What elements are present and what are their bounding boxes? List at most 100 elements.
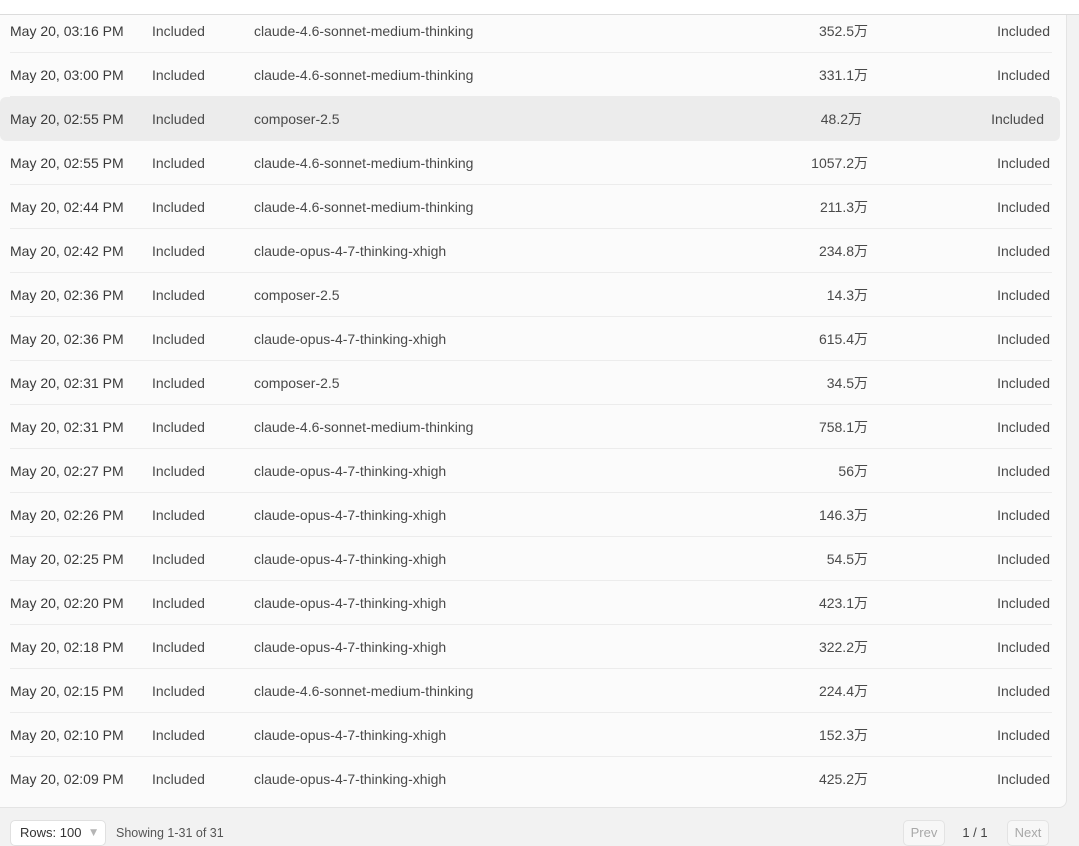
- row-date: May 20, 02:55 PM: [10, 111, 124, 127]
- row-model: claude-opus-4-7-thinking-xhigh: [254, 727, 447, 743]
- table-row[interactable]: May 20, 02:15 PM Included claude-4.6-sonne…: [0, 669, 1066, 713]
- row-model: claude-4.6-sonnet-medium-thinking: [254, 683, 474, 699]
- row-date: May 20, 02:36 PM: [10, 331, 124, 347]
- row-model: claude-4.6-sonnet-medium-thinking: [254, 67, 474, 83]
- row-model: claude-opus-4-7-thinking-xhigh: [254, 595, 447, 611]
- table-row[interactable]: May 20, 03:00 PM Included claude-4.6-sonne…: [0, 53, 1066, 97]
- usage-events-table: May 20, 03:16 PM Included claude-4.6-sonne…: [0, 15, 1067, 808]
- row-model: claude-opus-4-7-thinking-xhigh: [254, 551, 447, 567]
- row-date: May 20, 03:00 PM: [10, 67, 124, 83]
- row-cost: Included: [997, 155, 1050, 171]
- row-kind: Included: [152, 639, 205, 655]
- row-tokens: 152.3万: [818, 727, 868, 743]
- row-date: May 20, 02:09 PM: [10, 771, 124, 787]
- table-row[interactable]: May 20, 02:31 PM Included claude-4.6-sonne…: [0, 405, 1066, 449]
- table-row[interactable]: May 20, 02:44 PM Included claude-4.6-sonne…: [0, 185, 1066, 229]
- row-tokens: 234.8万: [818, 243, 868, 259]
- page-indicator: 1 / 1: [962, 825, 988, 840]
- row-date: May 20, 02:26 PM: [10, 507, 124, 523]
- row-tokens: 758.1万: [818, 419, 868, 435]
- row-date: May 20, 03:16 PM: [10, 23, 124, 39]
- showing-count: Showing 1-31 of 31: [116, 826, 224, 840]
- row-cost: Included: [997, 67, 1050, 83]
- row-tokens: 211.3万: [820, 199, 868, 215]
- row-tokens: 1057.2万: [811, 155, 868, 171]
- row-model: claude-4.6-sonnet-medium-thinking: [254, 199, 474, 215]
- row-date: May 20, 02:25 PM: [10, 551, 124, 567]
- row-cost: Included: [997, 507, 1050, 523]
- table-row[interactable]: May 20, 02:42 PM Included claude-opus-4-7-…: [0, 229, 1066, 273]
- row-cost: Included: [997, 23, 1050, 39]
- row-cost: Included: [991, 111, 1044, 127]
- row-kind: Included: [152, 375, 205, 391]
- row-kind: Included: [152, 67, 205, 83]
- row-tokens: 331.1万: [818, 67, 868, 83]
- row-kind: Included: [152, 243, 205, 259]
- row-tokens: 322.2万: [818, 639, 868, 655]
- row-model: claude-opus-4-7-thinking-xhigh: [254, 507, 447, 523]
- table-row[interactable]: May 20, 02:20 PM Included claude-opus-4-7-…: [0, 581, 1066, 625]
- row-tokens: 224.4万: [818, 683, 868, 699]
- row-kind: Included: [152, 287, 205, 303]
- row-cost: Included: [997, 727, 1050, 743]
- table-row[interactable]: May 20, 02:25 PM Included claude-opus-4-7-…: [0, 537, 1066, 581]
- row-kind: Included: [152, 595, 205, 611]
- row-model: claude-opus-4-7-thinking-xhigh: [254, 243, 447, 259]
- table-row[interactable]: May 20, 02:09 PM Included claude-opus-4-7-…: [0, 757, 1066, 801]
- row-date: May 20, 02:31 PM: [10, 419, 124, 435]
- row-model: composer-2.5: [254, 111, 340, 127]
- row-date: May 20, 02:42 PM: [10, 243, 124, 259]
- row-kind: Included: [152, 419, 205, 435]
- table-body: May 20, 03:16 PM Included claude-4.6-sonne…: [0, 15, 1066, 801]
- row-tokens: 146.3万: [818, 507, 868, 523]
- table-row[interactable]: May 20, 02:18 PM Included claude-opus-4-7-…: [0, 625, 1066, 669]
- row-model: composer-2.5: [254, 375, 340, 391]
- row-model: claude-opus-4-7-thinking-xhigh: [254, 463, 447, 479]
- table-row[interactable]: May 20, 02:55 PM Included composer-2.5 48.2…: [0, 97, 1060, 141]
- row-tokens: 56万: [838, 463, 868, 479]
- row-date: May 20, 02:44 PM: [10, 199, 124, 215]
- row-kind: Included: [152, 771, 205, 787]
- table-row[interactable]: May 20, 02:26 PM Included claude-opus-4-7-…: [0, 493, 1066, 537]
- table-row[interactable]: May 20, 02:10 PM Included claude-opus-4-7-…: [0, 713, 1066, 757]
- table-row[interactable]: May 20, 02:36 PM Included claude-opus-4-7-…: [0, 317, 1066, 361]
- row-kind: Included: [152, 683, 205, 699]
- top-header-strip: [0, 0, 1079, 15]
- row-kind: Included: [152, 727, 205, 743]
- row-date: May 20, 02:10 PM: [10, 727, 124, 743]
- row-tokens: 352.5万: [818, 23, 868, 39]
- row-date: May 20, 02:15 PM: [10, 683, 124, 699]
- prev-page-button[interactable]: Prev: [903, 820, 945, 846]
- row-tokens: 54.5万: [826, 551, 868, 567]
- row-cost: Included: [997, 199, 1050, 215]
- table-row[interactable]: May 20, 02:27 PM Included claude-opus-4-7-…: [0, 449, 1066, 493]
- row-kind: Included: [152, 507, 205, 523]
- row-cost: Included: [997, 243, 1050, 259]
- table-row[interactable]: May 20, 02:31 PM Included composer-2.5 34.5…: [0, 361, 1066, 405]
- next-page-button[interactable]: Next: [1007, 820, 1049, 846]
- row-cost: Included: [997, 419, 1050, 435]
- row-cost: Included: [997, 771, 1050, 787]
- table-row[interactable]: May 20, 02:55 PM Included claude-4.6-sonne…: [0, 141, 1066, 185]
- row-tokens: 48.2万: [820, 111, 862, 127]
- row-tokens: 425.2万: [818, 771, 868, 787]
- row-kind: Included: [152, 111, 205, 127]
- row-model: composer-2.5: [254, 287, 340, 303]
- row-kind: Included: [152, 463, 205, 479]
- row-kind: Included: [152, 155, 205, 171]
- row-date: May 20, 02:31 PM: [10, 375, 124, 391]
- row-date: May 20, 02:36 PM: [10, 287, 124, 303]
- row-cost: Included: [997, 595, 1050, 611]
- table-footer: Rows: 100 ▼ Showing 1-31 of 31 Prev 1 / …: [0, 808, 1079, 846]
- row-model: claude-opus-4-7-thinking-xhigh: [254, 331, 447, 347]
- row-cost: Included: [997, 683, 1050, 699]
- table-row[interactable]: May 20, 03:16 PM Included claude-4.6-sonne…: [0, 15, 1066, 53]
- table-row[interactable]: May 20, 02:36 PM Included composer-2.5 14.3…: [0, 273, 1066, 317]
- rows-per-page-select[interactable]: Rows: 100 ▼: [10, 820, 106, 846]
- row-model: claude-4.6-sonnet-medium-thinking: [254, 23, 474, 39]
- rows-per-page-label: Rows: 100: [20, 825, 82, 840]
- row-date: May 20, 02:27 PM: [10, 463, 124, 479]
- row-kind: Included: [152, 199, 205, 215]
- row-date: May 20, 02:20 PM: [10, 595, 124, 611]
- row-model: claude-opus-4-7-thinking-xhigh: [254, 639, 447, 655]
